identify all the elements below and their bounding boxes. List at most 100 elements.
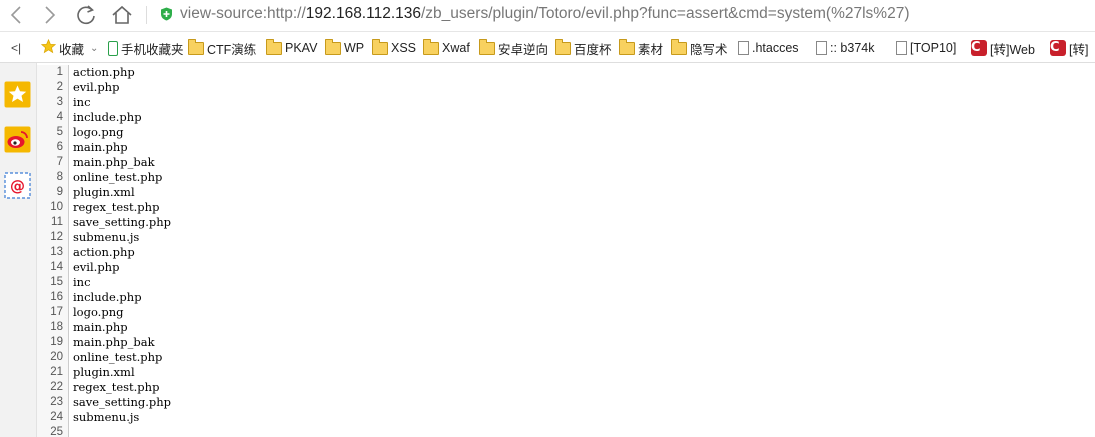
bookmark-label: [转] — [1069, 42, 1089, 57]
source-line: 1 action.php — [37, 65, 1095, 80]
bookmark-b374k[interactable]: :: b374k — [816, 39, 874, 57]
line-text: submenu.js — [73, 230, 140, 244]
line-number: 22 — [37, 380, 69, 395]
source-line: 3 inc — [37, 95, 1095, 110]
line-text: main.php_bak — [73, 335, 155, 349]
folder-icon — [423, 38, 439, 55]
folder-icon — [372, 38, 388, 55]
bookmark-label: Xwaf — [442, 41, 470, 55]
source-line: 4 include.php — [37, 110, 1095, 125]
line-number: 12 — [37, 230, 69, 245]
bookmarks-bar: <| 收藏 ⌄ 手机收藏夹 CTF演练 PKAV WP XSS Xwaf 安卓逆… — [0, 32, 1095, 62]
bookmark-folder-xwaf[interactable]: Xwaf — [423, 38, 470, 57]
bookmark-mobile-favorites[interactable]: 手机收藏夹 — [108, 39, 184, 57]
forward-button[interactable] — [38, 3, 62, 27]
line-number: 17 — [37, 305, 69, 320]
bookmark-label: [TOP10] — [910, 41, 957, 55]
source-line: 10 regex_test.php — [37, 200, 1095, 215]
line-text: include.php — [73, 110, 142, 124]
bookmark-web[interactable]: C [转]Web — [971, 39, 1035, 57]
favorites-star-button[interactable] — [4, 81, 31, 108]
bookmark-folder-wp[interactable]: WP — [325, 38, 365, 57]
bookmark-label: .htacces — [752, 41, 799, 55]
bookmark-folder-android[interactable]: 安卓逆向 — [479, 38, 548, 57]
source-line: 5 logo.png — [37, 125, 1095, 140]
line-text: save_setting.php — [73, 395, 171, 409]
line-text: regex_test.php — [73, 200, 160, 214]
bookmark-favorites[interactable]: 收藏 ⌄ — [40, 38, 98, 57]
line-text: online_test.php — [73, 350, 163, 364]
source-line: 25 — [37, 425, 1095, 437]
line-number: 25 — [37, 425, 69, 437]
line-number: 21 — [37, 365, 69, 380]
bookmark-label: CTF演练 — [207, 42, 257, 57]
source-lines: 1 action.php 2 evil.php 3 inc 4 include.php 5 log… — [37, 65, 1095, 437]
line-text: save_setting.php — [73, 215, 171, 229]
bookmark-folder-xss[interactable]: XSS — [372, 38, 417, 57]
phone-icon — [108, 40, 118, 56]
bookmark-label: XSS — [391, 41, 417, 55]
bookmark-htaccess[interactable]: .htacces — [738, 39, 799, 57]
back-icon — [10, 6, 21, 24]
page-icon — [896, 41, 907, 55]
source-line: 23 save_setting.php — [37, 395, 1095, 410]
bookmark-label: WP — [344, 41, 365, 55]
mail-button[interactable]: @ — [4, 172, 31, 199]
address-bar[interactable]: view-source:http://192.168.112.136/zb_us… — [160, 3, 910, 25]
bookmark-label: [转]Web — [990, 42, 1035, 57]
back-button[interactable] — [4, 3, 28, 27]
source-line: 8 online_test.php — [37, 170, 1095, 185]
favorites-star-icon — [4, 81, 31, 108]
weibo-icon — [4, 126, 31, 153]
line-number: 9 — [37, 185, 69, 200]
bookmark-repost[interactable]: C [转] — [1050, 39, 1088, 57]
bookmark-folder-baidu-cup[interactable]: 百度杯 — [555, 38, 612, 57]
line-text: inc — [73, 95, 91, 109]
line-number: 1 — [37, 65, 69, 80]
folder-icon — [266, 38, 282, 55]
bookmark-label: 隐写术 — [690, 42, 728, 57]
mail-at-icon: @ — [4, 172, 31, 199]
source-line: 22 regex_test.php — [37, 380, 1095, 395]
url-prefix: view-source:http:// — [180, 5, 306, 22]
forward-icon — [45, 6, 56, 24]
home-icon — [112, 5, 132, 24]
source-line: 21 plugin.xml — [37, 365, 1095, 380]
line-number: 13 — [37, 245, 69, 260]
bookmarks-collapse-button[interactable]: <| — [11, 39, 21, 57]
source-line: 9 plugin.xml — [37, 185, 1095, 200]
line-number: 24 — [37, 410, 69, 425]
line-number: 15 — [37, 275, 69, 290]
source-line: 15 inc — [37, 275, 1095, 290]
line-number: 10 — [37, 200, 69, 215]
bookmark-folder-stego[interactable]: 隐写术 — [671, 38, 728, 57]
line-number: 2 — [37, 80, 69, 95]
csdn-icon: C — [971, 40, 987, 56]
line-text: action.php — [73, 65, 135, 79]
bookmark-folder-assets[interactable]: 素材 — [619, 38, 663, 57]
line-text: include.php — [73, 290, 142, 304]
toolbar-divider — [146, 6, 147, 24]
reload-icon — [77, 5, 95, 25]
bookmark-folder-ctf[interactable]: CTF演练 — [188, 38, 257, 57]
page-icon — [738, 41, 749, 55]
line-number: 18 — [37, 320, 69, 335]
reload-button[interactable] — [74, 3, 98, 27]
bookmark-label: 收藏 — [59, 42, 85, 57]
bookmark-top10[interactable]: [TOP10] — [896, 39, 956, 57]
line-text: plugin.xml — [73, 185, 135, 199]
source-line: 6 main.php — [37, 140, 1095, 155]
line-number: 23 — [37, 395, 69, 410]
source-line: 13 action.php — [37, 245, 1095, 260]
line-text: evil.php — [73, 80, 120, 94]
csdn-icon: C — [1050, 40, 1066, 56]
bookmark-folder-pkav[interactable]: PKAV — [266, 38, 317, 57]
folder-icon — [325, 38, 341, 55]
home-button[interactable] — [110, 3, 134, 27]
weibo-button[interactable] — [4, 126, 31, 153]
line-text: main.php_bak — [73, 155, 155, 169]
source-line: 19 main.php_bak — [37, 335, 1095, 350]
side-panel: @ — [0, 63, 37, 437]
svg-text:@: @ — [10, 177, 25, 195]
folder-icon — [479, 38, 495, 55]
